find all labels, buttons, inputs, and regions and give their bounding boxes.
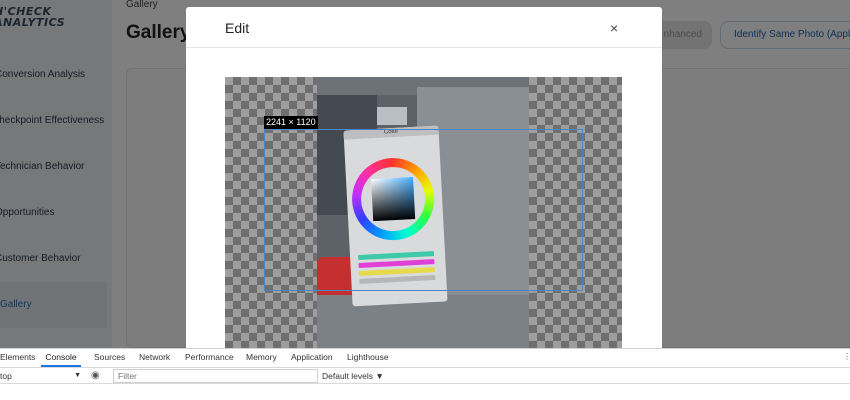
tab-network[interactable]: Network bbox=[139, 349, 170, 367]
devtools-panel: Elements Console Sources Network Perform… bbox=[0, 348, 850, 400]
crop-dimensions-label: 2241 × 1120 bbox=[264, 116, 318, 129]
tab-application[interactable]: Application bbox=[291, 349, 333, 367]
eye-icon[interactable]: ◉ bbox=[91, 369, 100, 383]
modal-title: Edit bbox=[225, 20, 250, 36]
image-editor-canvas[interactable]: Color 2241 × 1120 bbox=[225, 77, 622, 348]
crop-selection-rectangle[interactable] bbox=[264, 129, 583, 291]
tab-lighthouse[interactable]: Lighthouse bbox=[347, 349, 389, 367]
modal-header: Edit × bbox=[186, 7, 662, 48]
tab-elements[interactable]: Elements bbox=[0, 349, 35, 367]
dropdown-arrow-icon: ▼ bbox=[74, 372, 81, 379]
console-toolbar: top ▼ ◉ Default levels ▼ bbox=[0, 367, 850, 384]
app-root: H'CHECKANALYTICS Conversion Analysis Che… bbox=[0, 0, 850, 400]
close-icon[interactable]: × bbox=[610, 21, 618, 35]
tab-console[interactable]: Console bbox=[41, 349, 81, 367]
tab-sources[interactable]: Sources bbox=[94, 349, 125, 367]
edit-modal: Edit × Color 2241 × 1120 bbox=[186, 7, 662, 348]
filter-input[interactable] bbox=[113, 369, 318, 383]
more-icon[interactable]: ⋮ bbox=[843, 352, 850, 361]
context-selector[interactable]: top ▼ bbox=[0, 369, 84, 383]
devtools-tabs: Elements Console Sources Network Perform… bbox=[0, 349, 850, 367]
tab-memory[interactable]: Memory bbox=[246, 349, 277, 367]
tab-performance[interactable]: Performance bbox=[185, 349, 234, 367]
default-levels-dropdown[interactable]: Default levels ▼ bbox=[322, 369, 384, 383]
context-value: top bbox=[0, 371, 12, 381]
